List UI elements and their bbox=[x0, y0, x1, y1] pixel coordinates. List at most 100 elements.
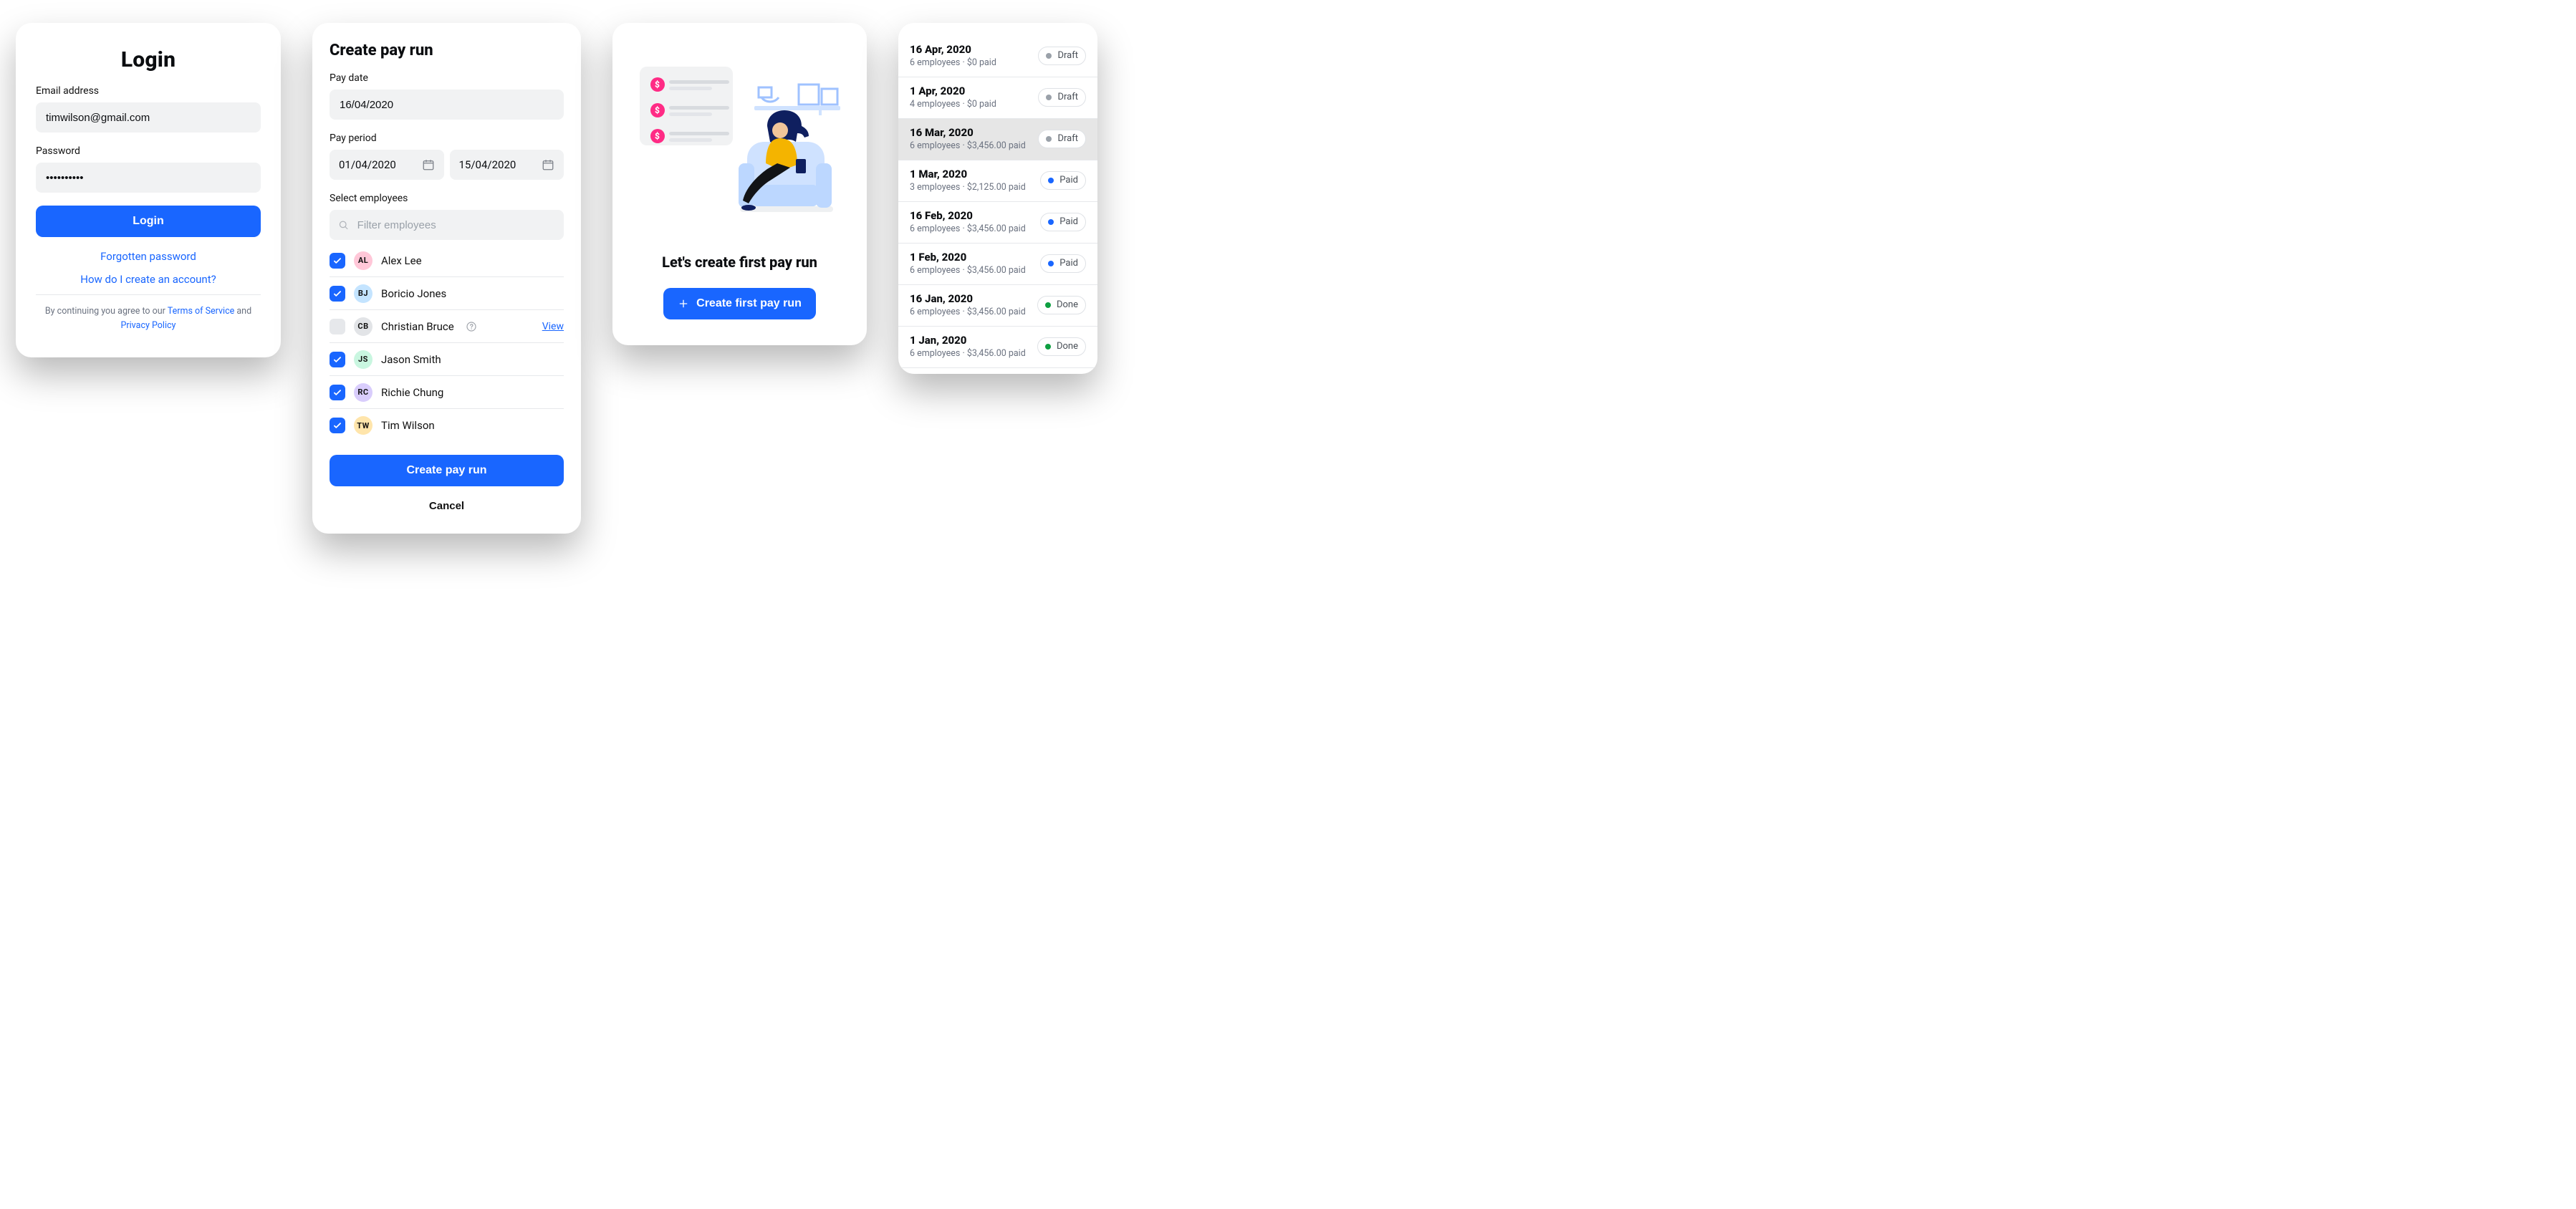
how-create-account-link[interactable]: How do I create an account? bbox=[80, 273, 216, 286]
privacy-link[interactable]: Privacy Policy bbox=[121, 320, 176, 331]
payrun-item[interactable]: 16 Apr, 20206 employees · $0 paidDraft bbox=[898, 36, 1097, 77]
employee-view-link[interactable]: View bbox=[542, 321, 564, 332]
employee-checkbox[interactable] bbox=[330, 385, 345, 400]
payrun-item[interactable]: 1 Feb, 20206 employees · $3,456.00 paid P… bbox=[898, 244, 1097, 285]
employee-row[interactable]: CB Christian Bruce View bbox=[330, 310, 564, 343]
terms-link[interactable]: Terms of Service bbox=[168, 306, 234, 317]
email-input[interactable] bbox=[36, 102, 261, 133]
plus-icon bbox=[678, 298, 689, 309]
employee-avatar: JS bbox=[354, 350, 373, 369]
status-dot-icon bbox=[1048, 261, 1054, 266]
employee-avatar: RC bbox=[354, 383, 373, 402]
employee-filter[interactable] bbox=[330, 210, 564, 240]
employee-row[interactable]: TW Tim Wilson bbox=[330, 409, 564, 442]
payrun-subtext: 6 employees · $3,456.00 paid bbox=[910, 265, 1026, 276]
employee-avatar: CB bbox=[354, 317, 373, 336]
employee-avatar: BJ bbox=[354, 284, 373, 303]
status-dot-icon bbox=[1045, 344, 1051, 350]
forgot-password-link[interactable]: Forgotten password bbox=[100, 250, 196, 263]
cancel-button[interactable]: Cancel bbox=[330, 491, 564, 521]
status-badge: Done bbox=[1037, 296, 1086, 314]
employee-checkbox[interactable] bbox=[330, 286, 345, 302]
employee-row[interactable]: RCRichie Chung bbox=[330, 376, 564, 409]
svg-text:$: $ bbox=[655, 105, 660, 115]
employee-filter-input[interactable] bbox=[356, 218, 555, 232]
password-input[interactable] bbox=[36, 163, 261, 193]
status-label: Draft bbox=[1057, 133, 1078, 144]
payrun-item[interactable]: 1 Jan, 20206 employees · $3,456.00 paidD… bbox=[898, 327, 1097, 368]
status-dot-icon bbox=[1046, 136, 1052, 142]
status-label: Done bbox=[1057, 341, 1078, 352]
svg-text:$: $ bbox=[655, 131, 660, 141]
login-button[interactable]: Login bbox=[36, 206, 261, 237]
divider bbox=[36, 294, 261, 295]
payrun-item[interactable]: 16 Jan, 2020 6 employees · $3,456.00 paid… bbox=[898, 285, 1097, 327]
employee-row[interactable]: JS Jason Smith bbox=[330, 343, 564, 376]
payrun-subtext: 6 employees · $3,456.00 paid bbox=[910, 307, 1026, 317]
status-dot-icon bbox=[1046, 53, 1052, 59]
status-dot-icon bbox=[1048, 219, 1054, 225]
calendar-icon bbox=[542, 158, 554, 171]
status-dot-icon bbox=[1046, 95, 1052, 100]
status-badge: Paid bbox=[1040, 171, 1086, 190]
create-payrun-button[interactable]: Create pay run bbox=[330, 455, 564, 486]
period-from-input[interactable]: 01/04/2020 bbox=[330, 150, 444, 180]
help-icon bbox=[466, 321, 477, 332]
email-label: Email address bbox=[36, 85, 261, 97]
status-dot-icon bbox=[1048, 178, 1054, 183]
status-label: Draft bbox=[1057, 92, 1078, 102]
payrun-item[interactable]: 16 Feb, 20206 employees · $3,456.00 paid… bbox=[898, 202, 1097, 244]
search-icon bbox=[338, 219, 349, 231]
password-label: Password bbox=[36, 145, 261, 157]
paydate-input[interactable] bbox=[330, 90, 564, 120]
payrun-date: 1 Feb, 2020 bbox=[910, 251, 1026, 264]
employee-checkbox[interactable] bbox=[330, 352, 345, 367]
status-badge: Paid bbox=[1040, 213, 1086, 231]
payrun-date: 1 Jan, 2020 bbox=[910, 334, 1026, 347]
onboarding-illustration: $ $ $ bbox=[633, 56, 847, 235]
payrun-date: 1 Mar, 2020 bbox=[910, 168, 1026, 180]
create-first-payrun-button[interactable]: Create first pay run bbox=[663, 288, 816, 319]
status-badge: Draft bbox=[1038, 47, 1086, 65]
payrun-subtext: 3 employees · $2,125.00 paid bbox=[910, 182, 1026, 193]
employee-list: ALAlex LeeBJBoricio Jones CB Christian Bru… bbox=[330, 244, 564, 442]
payrun-item[interactable]: 1 Apr, 2020 4 employees · $0 paid Draft bbox=[898, 77, 1097, 119]
employee-avatar: TW bbox=[354, 416, 373, 435]
payrun-item[interactable]: 16 Mar, 20206 employees · $3,456.00 paid… bbox=[898, 119, 1097, 160]
status-label: Draft bbox=[1057, 50, 1078, 61]
employee-row[interactable]: ALAlex Lee bbox=[330, 244, 564, 277]
employee-name: Tim Wilson bbox=[381, 419, 435, 432]
payrun-list-card: 16 Apr, 20206 employees · $0 paidDraft1 … bbox=[898, 23, 1097, 374]
calendar-icon bbox=[422, 158, 435, 171]
login-title: Login bbox=[36, 47, 261, 72]
status-label: Paid bbox=[1059, 216, 1078, 227]
employee-avatar: AL bbox=[354, 251, 373, 270]
employee-checkbox[interactable] bbox=[330, 253, 345, 269]
payrun-date: 16 Jan, 2020 bbox=[910, 292, 1026, 305]
status-badge: Draft bbox=[1038, 130, 1086, 148]
cta-label: Create first pay run bbox=[696, 297, 802, 310]
payrun-list: 16 Apr, 20206 employees · $0 paidDraft1 … bbox=[898, 36, 1097, 368]
legal-text: By continuing you agree to our Terms of … bbox=[36, 304, 261, 333]
employee-checkbox[interactable] bbox=[330, 418, 345, 433]
status-label: Paid bbox=[1059, 175, 1078, 186]
employee-name: Jason Smith bbox=[381, 353, 441, 366]
period-to-input[interactable]: 15/04/2020 bbox=[450, 150, 564, 180]
payrun-date: 16 Mar, 2020 bbox=[910, 126, 1026, 139]
svg-text:$: $ bbox=[655, 80, 660, 90]
payrun-date: 16 Apr, 2020 bbox=[910, 43, 996, 56]
status-label: Done bbox=[1057, 299, 1078, 310]
payrun-subtext: 6 employees · $3,456.00 paid bbox=[910, 140, 1026, 151]
login-button-label: Login bbox=[133, 215, 164, 228]
payrun-subtext: 6 employees · $3,456.00 paid bbox=[910, 223, 1026, 234]
status-dot-icon bbox=[1045, 302, 1051, 308]
payrun-subtext: 4 employees · $0 paid bbox=[910, 99, 996, 110]
payrun-date: 16 Feb, 2020 bbox=[910, 209, 1026, 222]
status-label: Paid bbox=[1059, 258, 1078, 269]
payrun-item[interactable]: 1 Mar, 2020 3 employees · $2,125.00 paid P… bbox=[898, 160, 1097, 202]
employee-checkbox[interactable] bbox=[330, 319, 345, 334]
create-payrun-card: Create pay run Pay date Pay period 01/04… bbox=[312, 23, 581, 534]
payrun-date: 1 Apr, 2020 bbox=[910, 85, 996, 97]
employee-row[interactable]: BJBoricio Jones bbox=[330, 277, 564, 310]
employee-name: Christian Bruce bbox=[381, 320, 454, 333]
